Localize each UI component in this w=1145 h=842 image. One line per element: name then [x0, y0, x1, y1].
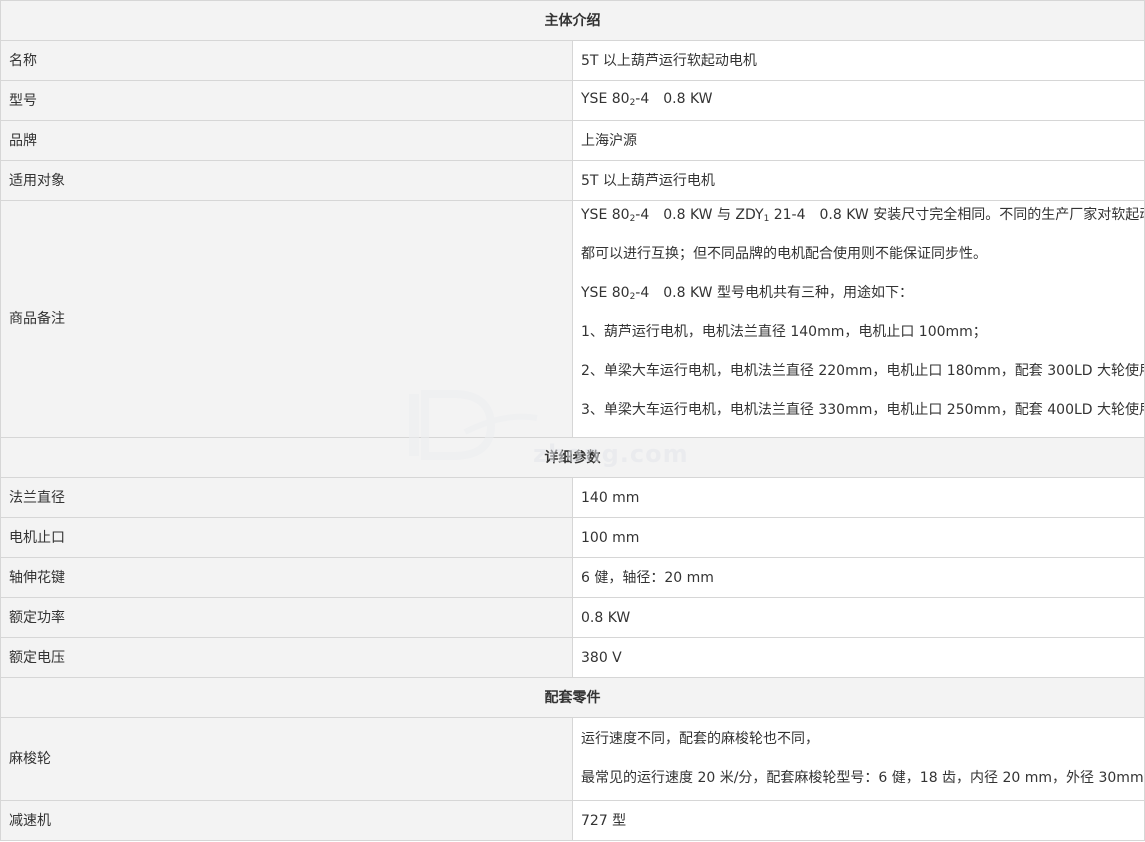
notes-text: 21-4 0.8 KW 安装尺寸完全相同。不同的生产厂家对软起动电机的型号定义不…: [773, 207, 1145, 223]
notes-line-6: 3、单梁大车运行电机，电机法兰直径 330mm，电机止口 250mm，配套 40…: [581, 402, 1145, 418]
notes-text: YSE 80: [581, 207, 630, 223]
notes-line-1: YSE 802-4 0.8 KW 与 ZDY1 21-4 0.8 KW 安装尺寸…: [581, 202, 1144, 241]
row-label-notes: 商品备注: [0, 200, 573, 438]
row-value-flange-diameter: 140 mm: [572, 477, 1145, 518]
section-title: 配套零件: [0, 677, 1145, 718]
row-label-flange-diameter: 法兰直径: [0, 477, 573, 518]
row-label-target: 适用对象: [0, 160, 573, 201]
notes-line-3: YSE 802-4 0.8 KW 型号电机共有三种，用途如下：: [581, 280, 1136, 319]
notes-text: YSE 80: [581, 285, 630, 301]
row-label-name: 名称: [0, 40, 573, 81]
table-row: 适用对象 5T 以上葫芦运行电机: [0, 160, 1145, 201]
row-label-motor-spigot: 电机止口: [0, 517, 573, 558]
row-value-target: 5T 以上葫芦运行电机: [572, 160, 1145, 201]
row-value-name: 5T 以上葫芦运行软起动电机: [572, 40, 1145, 81]
spec-table: 主体介绍 名称 5T 以上葫芦运行软起动电机 型号 YSE 802-4 0.8 …: [0, 0, 1145, 841]
section-title: 详细参数: [0, 437, 1145, 478]
section-header-intro: 主体介绍: [0, 0, 1145, 41]
notes-line-5: 2、单梁大车运行电机，电机法兰直径 220mm，电机止口 180mm，配套 30…: [581, 363, 1145, 379]
notes-line-4: 1、葫芦运行电机，电机法兰直径 140mm，电机止口 100mm；: [581, 324, 987, 340]
row-value-brand: 上海沪源: [572, 120, 1145, 161]
row-label-shaft-spline: 轴伸花键: [0, 557, 573, 598]
row-label-reducer: 减速机: [0, 800, 573, 841]
table-row: 商品备注 YSE 802-4 0.8 KW 与 ZDY1 21-4 0.8 KW…: [0, 200, 1145, 438]
section-title: 主体介绍: [0, 0, 1145, 41]
row-value-model: YSE 802-4 0.8 KW: [572, 80, 1145, 121]
table-row: 法兰直径 140 mm: [0, 477, 1145, 518]
row-value-rated-voltage: 380 V: [572, 637, 1145, 678]
notes-text: -4 0.8 KW 型号电机共有三种，用途如下：: [635, 285, 913, 301]
row-label-model: 型号: [0, 80, 573, 121]
row-value-notes: YSE 802-4 0.8 KW 与 ZDY1 21-4 0.8 KW 安装尺寸…: [572, 200, 1145, 438]
wheel-line-1: 运行速度不同，配套的麻梭轮也不同，: [581, 731, 819, 747]
wheel-line-2: 最常见的运行速度 20 米/分，配套麻梭轮型号：6 健，18 齿，内径 20 m…: [581, 770, 1144, 786]
product-spec-sheet: 主体介绍 名称 5T 以上葫芦运行软起动电机 型号 YSE 802-4 0.8 …: [0, 0, 1145, 842]
row-value-motor-spigot: 100 mm: [572, 517, 1145, 558]
table-row: 电机止口 100 mm: [0, 517, 1145, 558]
table-row: 额定功率 0.8 KW: [0, 597, 1145, 638]
notes-line-2: 都可以进行互换；但不同品牌的电机配合使用则不能保证同步性。: [581, 246, 987, 262]
table-row: 麻梭轮 运行速度不同，配套的麻梭轮也不同， 最常见的运行速度 20 米/分，配套…: [0, 717, 1145, 801]
row-label-rated-voltage: 额定电压: [0, 637, 573, 678]
row-label-rated-power: 额定功率: [0, 597, 573, 638]
row-value-reducer: 727 型: [572, 800, 1145, 841]
table-row: 名称 5T 以上葫芦运行软起动电机: [0, 40, 1145, 81]
notes-text: -4 0.8 KW 与 ZDY: [635, 207, 764, 223]
table-row: 额定电压 380 V: [0, 637, 1145, 678]
section-header-parts: 配套零件: [0, 677, 1145, 718]
table-row: 型号 YSE 802-4 0.8 KW: [0, 80, 1145, 121]
section-header-details: 详细参数: [0, 437, 1145, 478]
table-row: 减速机 727 型: [0, 800, 1145, 841]
table-row: 品牌 上海沪源: [0, 120, 1145, 161]
row-label-brand: 品牌: [0, 120, 573, 161]
model-suffix: -4 0.8 KW: [635, 90, 713, 107]
row-value-spline-wheel: 运行速度不同，配套的麻梭轮也不同， 最常见的运行速度 20 米/分，配套麻梭轮型…: [572, 717, 1145, 801]
table-row: 轴伸花键 6 健，轴径：20 mm: [0, 557, 1145, 598]
row-value-rated-power: 0.8 KW: [572, 597, 1145, 638]
model-prefix: YSE 80: [581, 90, 630, 107]
row-label-spline-wheel: 麻梭轮: [0, 717, 573, 801]
row-value-shaft-spline: 6 健，轴径：20 mm: [572, 557, 1145, 598]
